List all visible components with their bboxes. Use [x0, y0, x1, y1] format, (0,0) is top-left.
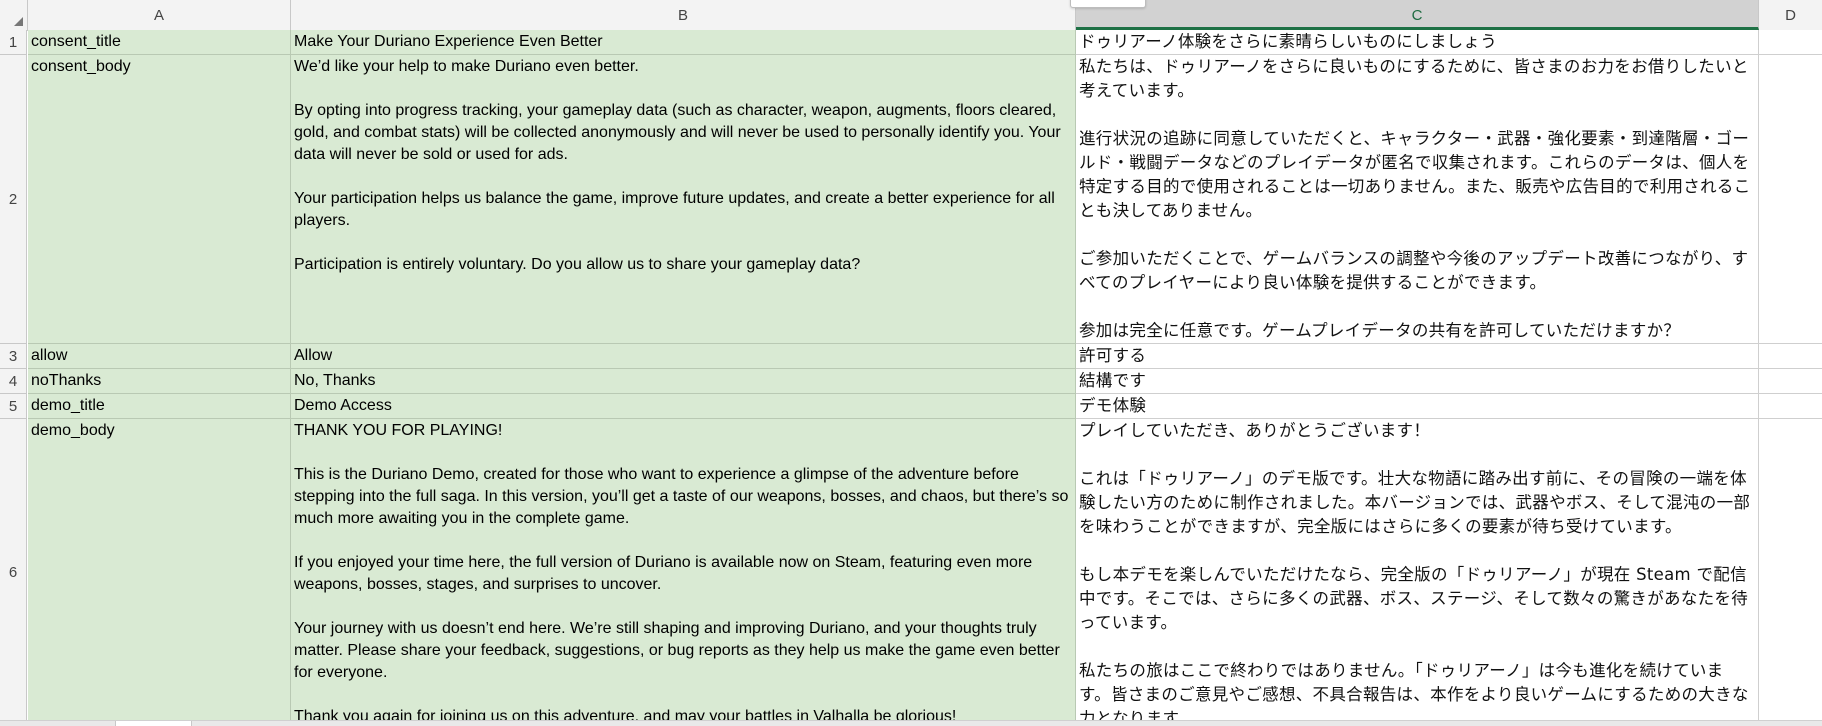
- column-header-c-selected[interactable]: C: [1076, 0, 1759, 30]
- row-header-2[interactable]: 2: [0, 55, 27, 344]
- row-header-5[interactable]: 5: [0, 394, 27, 419]
- cell-b5-english[interactable]: Demo Access: [291, 394, 1076, 419]
- spreadsheet-grid: A B C D 1 2 3 4 5 6 consent_title Make Y…: [0, 0, 1822, 726]
- cell-b6-english[interactable]: THANK YOU FOR PLAYING! This is the Duria…: [291, 419, 1076, 726]
- cell-b3-english[interactable]: Allow: [291, 344, 1076, 369]
- row-header-4[interactable]: 4: [0, 369, 27, 394]
- cell-b2-english[interactable]: We’d like your help to make Duriano even…: [291, 55, 1076, 344]
- cell-a3-key[interactable]: allow: [28, 344, 291, 369]
- cell-c6-japanese[interactable]: プレイしていただき、ありがとうございます！ これは「ドゥリアーノ」のデモ版です。…: [1076, 419, 1759, 726]
- column-header-b[interactable]: B: [291, 0, 1076, 30]
- cell-d4[interactable]: [1759, 369, 1822, 394]
- cell-d2[interactable]: [1759, 55, 1822, 344]
- cell-c2-japanese[interactable]: 私たちは、ドゥリアーノをさらに良いものにするために、皆さまのお力をお借りしたいと…: [1076, 55, 1759, 344]
- cell-c4-japanese[interactable]: 結構です: [1076, 369, 1759, 394]
- cell-d3[interactable]: [1759, 344, 1822, 369]
- column-header-d[interactable]: D: [1759, 0, 1822, 30]
- select-all-triangle-icon: [14, 17, 23, 26]
- cell-b1-english[interactable]: Make Your Duriano Experience Even Better: [291, 30, 1076, 55]
- cell-a2-key[interactable]: consent_body: [28, 55, 291, 344]
- row-header-1[interactable]: 1: [0, 30, 27, 55]
- cell-c3-japanese[interactable]: 許可する: [1076, 344, 1759, 369]
- horizontal-scrollbar[interactable]: [0, 720, 1822, 726]
- column-header-a[interactable]: A: [28, 0, 291, 30]
- cell-a5-key[interactable]: demo_title: [28, 394, 291, 419]
- select-all-corner[interactable]: [0, 0, 28, 30]
- cell-a4-key[interactable]: noThanks: [28, 369, 291, 394]
- cell-c1-japanese[interactable]: ドゥリアーノ体験をさらに素晴らしいものにしましょう: [1076, 30, 1759, 55]
- cell-d6[interactable]: [1759, 419, 1822, 726]
- horizontal-scrollbar-thumb[interactable]: [115, 721, 192, 726]
- cell-d5[interactable]: [1759, 394, 1822, 419]
- cell-b4-english[interactable]: No, Thanks: [291, 369, 1076, 394]
- floating-tooltip: [1070, 0, 1146, 8]
- row-header-6[interactable]: 6: [0, 419, 27, 726]
- column-header-bar: A B C D: [0, 0, 1822, 31]
- cell-a6-key[interactable]: demo_body: [28, 419, 291, 726]
- row-header-3[interactable]: 3: [0, 344, 27, 369]
- cell-d1[interactable]: [1759, 30, 1822, 55]
- cell-a1-key[interactable]: consent_title: [28, 30, 291, 55]
- cell-c5-japanese[interactable]: デモ体験: [1076, 394, 1759, 419]
